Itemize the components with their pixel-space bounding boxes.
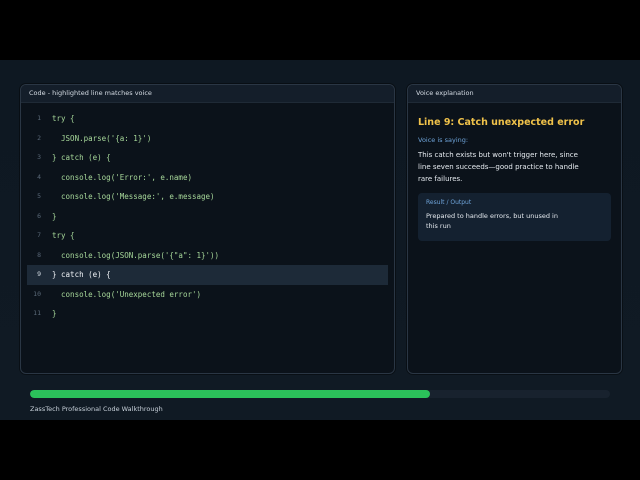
voice-explanation-text: This catch exists but won't trigger here… [418,151,579,183]
result-output-box: Result / Output Prepared to handle error… [418,193,611,241]
voice-saying-label: Voice is saying: [418,136,469,144]
code-text: console.log('Error:', e.name) [52,172,192,182]
line-number: 1 [37,114,41,122]
progress-bar-fill [30,390,431,398]
code-line: 6} [21,207,394,227]
line-number: 2 [37,133,41,142]
line-number: 8 [37,250,41,259]
line-number: 5 [37,192,41,200]
line-number: 3 [37,153,41,161]
voice-panel-header: Voice explanation [408,85,621,103]
line-number: 6 [37,211,41,220]
line-number: 10 [33,289,41,298]
voice-body: Line 9: Catch unexpected error Voice is … [408,103,621,241]
line-number: 11 [33,309,41,317]
code-line: 8 console.log(JSON.parse('{"a": 1}')) [21,246,394,266]
progress-bar[interactable] [30,390,610,398]
code-line: 2 JSON.parse('{a: 1}') [21,129,394,149]
line-number: 4 [37,172,41,181]
code-line: 5 console.log('Message:', e.message) [21,187,394,207]
code-listing: 1 try { 2 JSON.parse('{a: 1}') 3 } catch (e)… [21,103,394,324]
code-text: } catch (e) { [52,153,111,162]
code-text: } [52,309,57,318]
voice-title: Line 9: Catch unexpected error [418,117,585,128]
code-text: JSON.parse('{a: 1}') [52,133,152,143]
result-label: Result / Output [426,199,472,206]
code-line-highlighted: 9 } catch (e) { [27,265,388,285]
code-line: 4 console.log('Error:', e.name) [21,168,394,188]
code-text: } [52,211,57,221]
line-number: 7 [37,231,41,239]
code-panel: Code - highlighted line matches voice 1 t… [20,84,395,374]
code-line: 7 try { [21,226,394,246]
code-line: 3 } catch (e) { [21,148,394,168]
code-text: try { [52,114,75,123]
code-text: console.log('Unexpected error') [52,289,202,299]
code-text: console.log('Message:', e.message) [52,192,215,201]
walkthrough-stage: Code - highlighted line matches voice 1 t… [0,60,640,420]
voice-panel: Voice explanation Line 9: Catch unexpect… [407,84,622,374]
code-text: try { [52,231,75,240]
line-number: 9 [37,270,41,278]
code-text: console.log(JSON.parse('{"a": 1}')) [52,250,220,260]
code-text: } catch (e) { [52,270,111,279]
code-line: 10 console.log('Unexpected error') [21,285,394,305]
code-line: 11} [21,304,394,324]
result-text: Prepared to handle errors, but unused in… [426,212,558,230]
footer-label: ZassTech Professional Code Walkthrough [30,405,163,413]
code-panel-header: Code - highlighted line matches voice [21,85,394,103]
code-line: 1 try { [21,109,394,129]
